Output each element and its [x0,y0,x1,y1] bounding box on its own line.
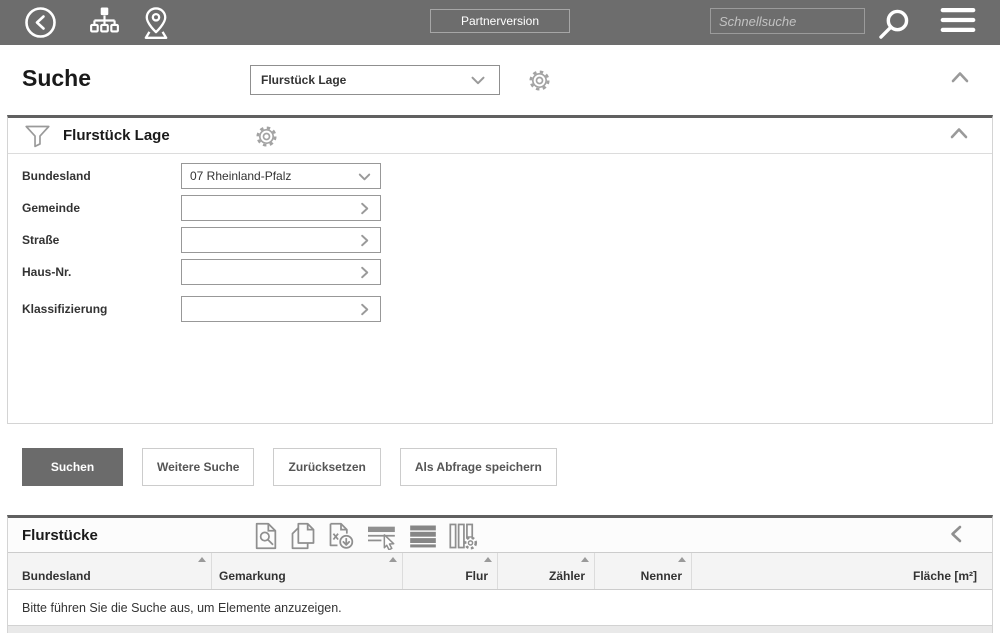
copy-icon[interactable] [290,522,316,550]
strasse-picker[interactable] [181,227,381,253]
sort-ascending-icon [581,557,589,562]
gear-icon[interactable] [527,68,552,93]
field-label: Haus-Nr. [22,265,181,279]
hierarchy-icon[interactable] [89,6,120,35]
search-button[interactable]: Suchen [22,448,123,486]
page-title: Suche [22,65,91,92]
chevron-up-icon[interactable] [949,125,969,141]
klassifizierung-picker[interactable] [181,296,381,322]
chevron-right-icon [355,199,374,218]
reset-button[interactable]: Zurücksetzen [273,448,380,486]
chevron-down-icon [467,69,489,91]
bundesland-select[interactable]: 07 Rheinland-Pfalz [181,163,381,189]
sort-ascending-icon [389,557,397,562]
column-header-gemarkung[interactable]: Gemarkung [212,553,403,589]
top-navigation-bar: Partnerversion [0,0,1000,45]
filter-funnel-icon [24,123,51,148]
column-header-flaeche[interactable]: Fläche [m²] [692,553,992,589]
column-label: Fläche [m²] [913,569,977,583]
filter-panel: Flurstück Lage Bundesland 07 Rheinland-P… [7,115,993,424]
filter-panel-header: Flurstück Lage [8,118,992,154]
table-footer-strip [8,625,992,633]
gear-icon[interactable] [254,124,279,149]
gemeinde-picker[interactable] [181,195,381,221]
column-header-nenner[interactable]: Nenner [595,553,692,589]
results-header: Flurstücke [8,518,992,552]
search-header-section: Suche Flurstück Lage [0,45,1000,115]
search-profile-select-value: Flurstück Lage [261,73,467,87]
more-search-button[interactable]: Weitere Suche [142,448,254,486]
empty-state-message: Bitte führen Sie die Suche aus, um Eleme… [8,590,992,625]
back-icon[interactable] [24,6,57,39]
chevron-up-icon[interactable] [950,69,970,85]
chevron-right-icon [355,300,374,319]
column-settings-icon[interactable] [448,522,478,550]
sort-ascending-icon [198,557,206,562]
chevron-right-icon [355,263,374,282]
column-label: Zähler [549,569,585,583]
field-label: Straße [22,233,181,247]
menu-icon[interactable] [938,6,978,34]
results-title: Flurstücke [22,527,98,544]
chevron-right-icon [355,231,374,250]
rows-view-icon[interactable] [409,522,437,550]
action-buttons-row: Suchen Weitere Suche Zurücksetzen Als Ab… [0,424,1000,515]
search-profile-select[interactable]: Flurstück Lage [250,65,500,95]
column-header-zaehler[interactable]: Zähler [498,553,595,589]
results-toolbar [253,522,478,550]
form-row-bundesland: Bundesland 07 Rheinland-Pfalz [22,163,992,189]
field-label: Klassifizierung [22,302,181,316]
column-label: Bundesland [22,569,91,583]
location-pin-icon[interactable] [139,6,173,40]
filter-panel-title: Flurstück Lage [63,127,170,144]
column-label: Flur [465,569,488,583]
results-panel: Flurstücke [7,515,993,633]
quicksearch-input[interactable] [710,8,865,34]
chevron-left-icon[interactable] [948,524,964,544]
column-label: Nenner [641,569,682,583]
sort-ascending-icon [484,557,492,562]
save-query-button[interactable]: Als Abfrage speichern [400,448,557,486]
column-header-flur[interactable]: Flur [403,553,498,589]
form-row-hausnr: Haus-Nr. [22,259,992,285]
select-row-icon[interactable] [366,522,398,550]
hausnr-picker[interactable] [181,259,381,285]
column-label: Gemarkung [219,569,286,583]
app-window: Partnerversion Suche Flurstück Lage [0,0,1000,633]
form-row-gemeinde: Gemeinde [22,195,992,221]
bundesland-select-value: 07 Rheinland-Pfalz [190,169,355,183]
chevron-down-icon [355,167,374,186]
form-row-klassifizierung: Klassifizierung [22,296,992,322]
results-table-header: Bundesland Gemarkung Flur Zähler Nenner … [8,552,992,590]
filter-form: Bundesland 07 Rheinland-Pfalz Gemeinde [8,154,992,322]
partner-version-button[interactable]: Partnerversion [430,9,570,33]
form-row-strasse: Straße [22,227,992,253]
field-label: Gemeinde [22,201,181,215]
document-preview-icon[interactable] [253,522,279,550]
sort-ascending-icon [678,557,686,562]
export-download-icon[interactable] [327,522,355,550]
field-label: Bundesland [22,169,181,183]
search-icon[interactable] [874,6,912,44]
column-header-bundesland[interactable]: Bundesland [8,553,212,589]
